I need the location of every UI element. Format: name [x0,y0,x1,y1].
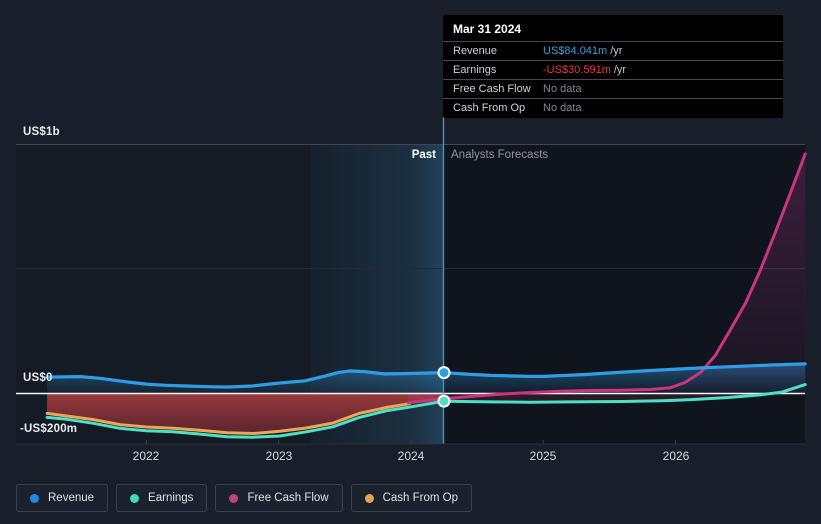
earnings-hover-marker[interactable] [437,394,451,408]
tooltip-date: Mar 31 2024 [453,22,522,36]
past-section-label: Past [411,149,436,161]
legend-earnings-label: Earnings [148,492,194,504]
tooltip-earnings-value: -US$30.591m [543,64,611,76]
legend-revenue-label: Revenue [48,492,95,504]
free-cash-flow-legend-dot-icon [229,493,239,503]
tooltip-revenue-label: Revenue [453,45,498,57]
x-axis-label-2026: 2026 [662,449,690,463]
tooltip-earnings-label: Earnings [453,64,497,76]
analysts-forecasts-section-label: Analysts Forecasts [451,149,549,161]
legend-item-earnings[interactable]: Earnings [116,484,208,512]
earnings-legend-dot-icon [130,493,140,503]
x-axis-label-2022: 2022 [132,449,160,463]
x-axis-label-2024: 2024 [397,449,425,463]
tooltip-fcf-label: Free Cash Flow [453,83,531,95]
x-axis-label-2023: 2023 [265,449,293,463]
tooltip-fcf-value: No data [543,83,582,95]
tooltip-revenue-value: US$84.041m [543,45,608,57]
tooltip-cashop-label: Cash From Op [453,102,526,114]
tooltip-cashop-value: No data [543,102,582,114]
tooltip-revenue-suffix: /yr [610,45,623,57]
tooltip-row-cash-from-op: Cash From Op No data [443,98,783,117]
y-axis-label-zero: US$0 [23,372,53,384]
legend-item-cash-from-op[interactable]: Cash From Op [350,484,473,512]
chart-tooltip: Mar 31 2024 Revenue US$84.041m /yr Earni… [443,15,783,118]
tooltip-row-earnings: Earnings -US$30.591m /yr [443,60,783,79]
chart-legend: Revenue Earnings Free Cash Flow Cash Fro… [16,484,473,512]
legend-item-revenue[interactable]: Revenue [16,484,109,512]
tooltip-row-free-cash-flow: Free Cash Flow No data [443,79,783,98]
cash-from-op-legend-dot-icon [364,493,374,503]
revenue-legend-dot-icon [30,493,39,503]
tooltip-row-revenue: Revenue US$84.041m /yr [443,41,783,60]
y-axis-label-1b: US$1b [23,126,60,138]
legend-fcf-label: Free Cash Flow [247,492,329,504]
legend-cashop-label: Cash From Op [382,492,459,504]
revenue-hover-marker[interactable] [437,366,451,380]
tooltip-earnings-suffix: /yr [613,64,627,76]
x-axis-label-2025: 2025 [529,449,557,463]
legend-item-free-cash-flow[interactable]: Free Cash Flow [215,484,343,512]
y-axis-label-neg200m: -US$200m [20,423,78,435]
